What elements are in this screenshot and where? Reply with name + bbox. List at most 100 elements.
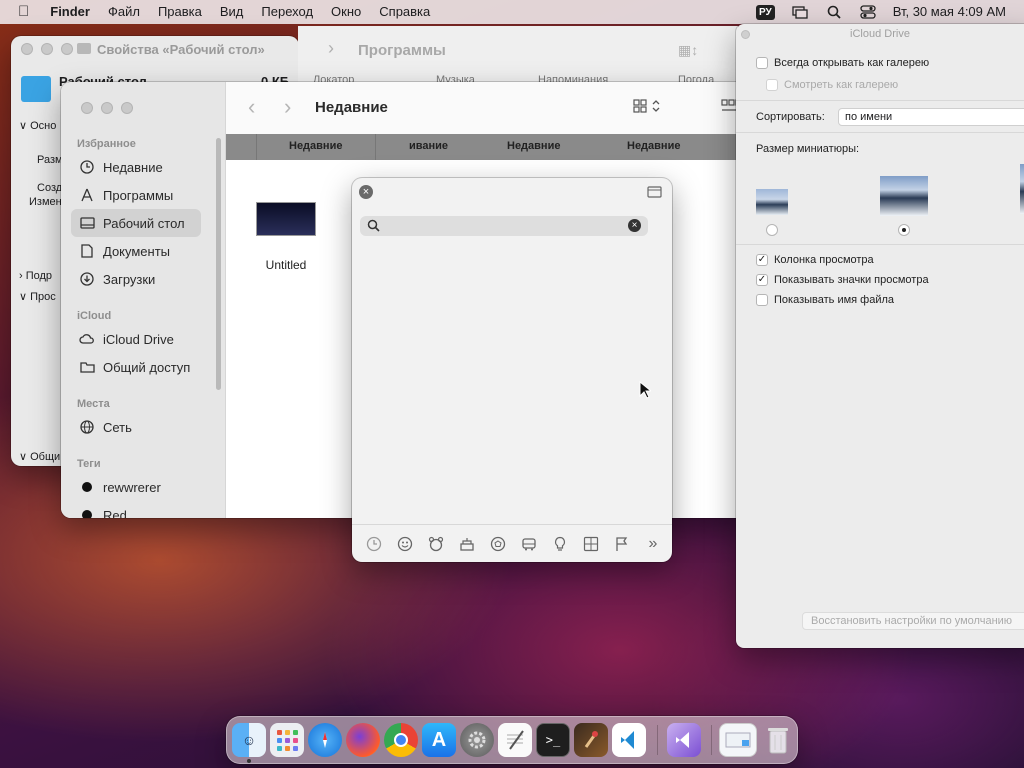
menu-window[interactable]: Окно [322,0,370,24]
minimize-button[interactable] [101,102,113,114]
spotlight-search-icon[interactable] [817,0,851,24]
sidebar-item-applications[interactable]: Программы [71,181,201,209]
show-preview-icons-checkbox[interactable]: ✓ Показывать значки просмотра [756,274,929,286]
finder-app-icon[interactable]: ☺ [232,723,266,757]
preview-column-checkbox[interactable]: ✓ Колонка просмотра [756,254,874,266]
sidebar-item-recents[interactable]: Недавние [71,153,201,181]
sidebar-item-documents[interactable]: Документы [71,237,201,265]
more-chevron-icon[interactable]: » [643,534,663,554]
textedit-app-icon[interactable] [498,723,532,757]
file-thumbnail[interactable] [256,202,316,236]
sidebar-item-tag[interactable]: Red [71,501,201,518]
minimize-button[interactable] [41,43,53,55]
sidebar-scrollbar[interactable] [216,138,221,390]
close-button[interactable] [81,102,93,114]
back-icon[interactable]: ‹ [248,94,255,120]
forward-icon[interactable]: › [328,38,334,59]
checkbox[interactable] [756,57,768,69]
column-header[interactable]: Недавние [289,140,342,152]
symbols-icon[interactable] [581,534,601,554]
menu-edit[interactable]: Правка [149,0,211,24]
sort-select[interactable]: по имени [838,108,1024,126]
show-filename-checkbox[interactable]: Показывать имя файла [756,294,894,306]
checkbox-checked[interactable]: ✓ [756,274,768,286]
menu-file[interactable]: Файл [99,0,149,24]
section-preview[interactable]: ∨ Прос [19,290,56,303]
launchpad-app-icon[interactable] [270,723,304,757]
restore-defaults-button[interactable]: Восстановить настройки по умолчанию [802,612,1024,630]
divider [736,100,1024,101]
clear-search-icon[interactable]: × [628,219,641,232]
always-open-gallery-checkbox[interactable]: Всегда открывать как галерею [756,57,929,69]
column-header[interactable]: ивание [409,140,448,152]
file-name[interactable]: Untitled [251,258,321,272]
window-title: Недавние [315,99,388,116]
close-button[interactable] [21,43,33,55]
checkbox-label: Показывать значки просмотра [774,274,929,286]
instruments-app-icon[interactable] [574,723,608,757]
checkbox-checked[interactable]: ✓ [756,254,768,266]
preview-window-icon[interactable] [719,723,757,757]
emoji-search-field[interactable]: × [360,216,648,236]
sidebar-item-network[interactable]: Сеть [71,413,201,441]
column-header[interactable]: Недавние [507,140,560,152]
emoji-search-input[interactable] [384,218,624,234]
checkbox [766,79,778,91]
dock-divider [657,725,658,755]
safari-app-icon[interactable] [308,723,342,757]
clock-icon[interactable] [364,534,384,554]
column-header-bar: Недавние ивание Недавние Недавние [226,134,751,160]
sidebar-item-icloud-drive[interactable]: iCloud Drive [71,325,201,353]
input-source-badge[interactable]: РУ [755,4,775,20]
sidebar-item-tag[interactable]: rewwrerer [71,473,201,501]
control-center-icon[interactable] [851,0,885,24]
clock[interactable]: Вт, 30 мая 4:09 AM [885,0,1024,24]
sidebar-item-downloads[interactable]: Загрузки [71,265,201,293]
flag-icon[interactable] [612,534,632,554]
column-header[interactable]: Недавние [627,140,680,152]
clock-icon [79,159,95,175]
view-grid-icon[interactable]: ▦↕ [678,42,698,59]
animal-icon[interactable] [426,534,446,554]
menu-view[interactable]: Вид [211,0,253,24]
sports-ball-icon[interactable] [488,534,508,554]
sidebar-item-shared[interactable]: Общий доступ [71,353,201,381]
sidebar-item-desktop[interactable]: Рабочий стол [71,209,201,237]
menu-finder[interactable]: Finder [41,0,99,24]
window-controls [81,102,133,114]
view-grid-icon[interactable] [633,98,665,117]
smiley-icon[interactable] [395,534,415,554]
visual-studio-app-icon[interactable] [667,723,701,757]
screen-mirroring-icon[interactable] [783,0,817,24]
section-more-info[interactable]: › Подр [19,270,52,282]
chrome-app-icon[interactable] [384,723,418,757]
checkbox[interactable] [756,294,768,306]
travel-car-icon[interactable] [519,534,539,554]
forward-icon[interactable]: › [284,94,291,120]
thumb-small-radio[interactable] [766,224,778,236]
places-header: Места [77,398,110,410]
terminal-app-icon[interactable]: >_ [536,723,570,757]
lightbulb-icon[interactable] [550,534,570,554]
zoom-button[interactable] [121,102,133,114]
character-viewer-icon[interactable] [647,186,662,201]
thumb-large-radio[interactable] [898,224,910,236]
tag-dot-icon [79,479,95,495]
vscode-app-icon[interactable] [612,723,646,757]
apple-menu-icon[interactable]:  [0,0,41,24]
section-general[interactable]: ∨ Осно [19,119,56,132]
sidebar-item-label: Сеть [103,419,132,435]
menu-go[interactable]: Переход [252,0,322,24]
download-icon [79,271,95,287]
dock-divider [711,725,712,755]
app-store-app-icon[interactable]: A [422,723,456,757]
close-icon[interactable]: × [359,185,373,199]
trash-icon[interactable] [761,723,795,757]
section-sharing[interactable]: ∨ Общи [19,450,60,463]
system-settings-app-icon[interactable] [460,723,494,757]
food-icon[interactable] [457,534,477,554]
menu-help[interactable]: Справка [370,0,439,24]
firefox-app-icon[interactable] [346,723,380,757]
sidebar-item-label: Загрузки [103,271,156,287]
zoom-button[interactable] [61,43,73,55]
